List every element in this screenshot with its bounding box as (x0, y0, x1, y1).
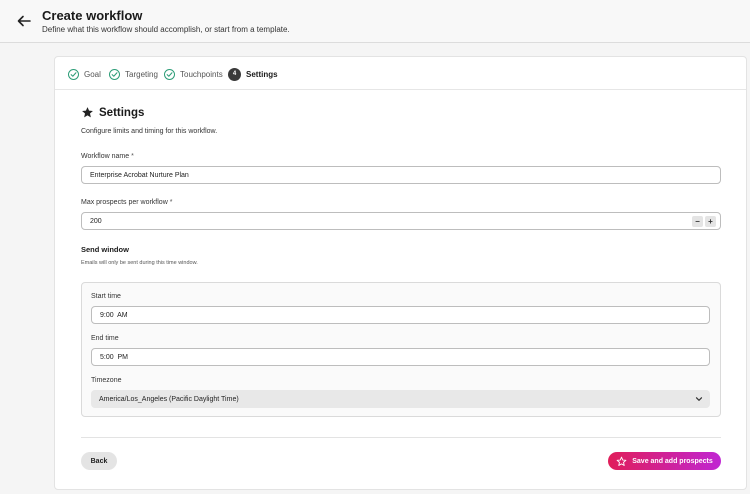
step-number-badge: 4 (228, 67, 241, 81)
step-label: Settings (246, 69, 278, 79)
section-description: Configure limits and timing for this wor… (81, 128, 218, 135)
check-circle-icon (68, 68, 79, 80)
input-value: 9:00 AM (100, 311, 128, 319)
check-circle-icon (164, 68, 175, 80)
step-label: Touchpoints (180, 69, 223, 79)
section-title: Settings (99, 106, 145, 119)
label-text: Max prospects per workflow (81, 199, 168, 206)
input-value: Enterprise Acrobat Nurture Plan (90, 171, 189, 179)
check-circle-icon (109, 68, 120, 80)
page-subtitle: Define what this workflow should accompl… (42, 25, 290, 34)
step-settings[interactable]: 4 Settings (228, 67, 278, 81)
send-window-panel: Start time 9:00 AM End time 5:00 PM Time… (81, 282, 721, 417)
chevron-down-icon (695, 397, 703, 401)
select-value: America/Los_Angeles (Pacific Daylight Ti… (99, 395, 239, 403)
workflow-name-label: Workflow name * (81, 153, 134, 160)
timezone-label: Timezone (91, 377, 122, 384)
send-window-description: Emails will only be sent during this tim… (81, 260, 198, 266)
end-time-label: End time (91, 335, 119, 342)
start-time-label: Start time (91, 293, 121, 300)
back-arrow-icon[interactable] (16, 13, 32, 29)
timezone-select[interactable]: America/Los_Angeles (Pacific Daylight Ti… (91, 390, 710, 408)
start-time-input[interactable]: 9:00 AM (91, 306, 710, 324)
step-label: Targeting (125, 69, 158, 79)
star-icon (82, 107, 93, 118)
save-and-add-prospects-button[interactable]: Save and add prospects (608, 452, 721, 470)
input-value: 5:00 PM (100, 353, 129, 361)
send-window-title: Send window (81, 245, 129, 254)
label-text: Workflow name (81, 153, 130, 160)
input-value: 200 (90, 217, 102, 225)
button-label: Save and add prospects (632, 457, 713, 465)
back-button[interactable]: Back (81, 452, 117, 470)
step-label: Goal (84, 69, 101, 79)
page-title: Create workflow (42, 8, 143, 23)
max-prospects-stepper[interactable]: 200 (81, 212, 721, 230)
step-goal[interactable]: Goal (68, 67, 101, 81)
required-marker: * (131, 153, 134, 160)
workflow-card: Goal Targeting Touchpoints 4 Settings Se… (54, 56, 747, 490)
increment-button[interactable]: + (705, 215, 716, 227)
stepper: Goal Targeting Touchpoints 4 Settings (55, 57, 746, 90)
page-header: Create workflow Define what this workflo… (0, 0, 750, 43)
step-touchpoints[interactable]: Touchpoints (164, 67, 223, 81)
star-outline-icon (616, 456, 627, 466)
settings-heading: Settings (81, 106, 144, 119)
footer-divider (81, 437, 721, 438)
end-time-input[interactable]: 5:00 PM (91, 348, 710, 366)
decrement-button[interactable]: − (692, 215, 703, 227)
required-marker: * (169, 199, 173, 206)
max-prospects-label: Max prospects per workflow * (81, 199, 172, 206)
workflow-name-input[interactable]: Enterprise Acrobat Nurture Plan (81, 166, 721, 184)
step-targeting[interactable]: Targeting (109, 67, 158, 81)
